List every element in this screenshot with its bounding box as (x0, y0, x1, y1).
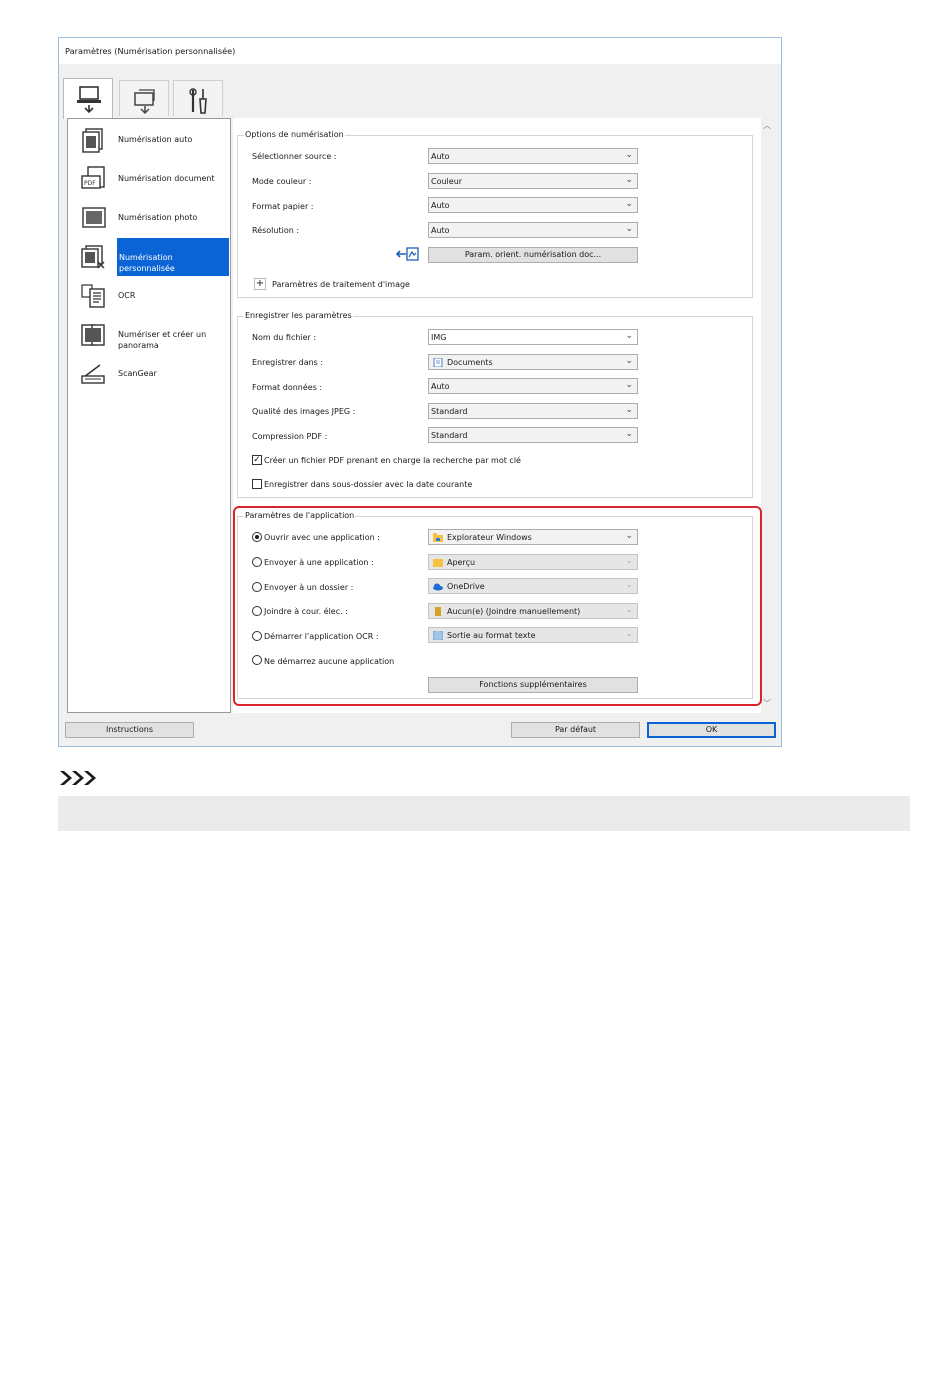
group-title: Options de numérisation (244, 130, 345, 139)
instructions-button[interactable]: Instructions (65, 722, 194, 738)
chevron-down-icon: ⌄ (625, 429, 633, 439)
vertical-scrollbar[interactable]: ︿ ﹀ (761, 118, 773, 713)
expand-icon[interactable]: + (254, 278, 266, 290)
color-mode-select[interactable]: Couleur ⌄ (428, 173, 638, 189)
sidebar-item-scangear[interactable]: ScanGear (68, 355, 230, 393)
group-title: Enregistrer les paramètres (244, 311, 353, 320)
note-icon (60, 771, 96, 785)
note-box (58, 796, 910, 831)
window-title: Paramètres (Numérisation personnalisée) (65, 46, 236, 56)
document-scan-icon: PDF (81, 166, 105, 189)
image-processing-label[interactable]: Paramètres de traitement d'image (272, 280, 410, 289)
data-format-label: Format données : (252, 383, 323, 392)
ocr-icon (81, 284, 105, 308)
custom-scan-icon (81, 245, 105, 269)
scan-options-group: Options de numérisation Sélectionner sou… (237, 130, 753, 298)
panorama-icon (81, 324, 105, 346)
color-mode-label: Mode couleur : (252, 177, 312, 186)
save-in-select[interactable]: Documents ⌄ (428, 354, 638, 370)
source-select[interactable]: Auto ⌄ (428, 148, 638, 164)
chevron-down-icon: ⌄ (625, 224, 633, 234)
document-orientation-icon (396, 247, 419, 261)
paper-size-select[interactable]: Auto ⌄ (428, 197, 638, 213)
sidebar-item-photo-scan[interactable]: Numérisation photo (68, 199, 230, 237)
documents-folder-icon (433, 358, 443, 367)
sidebar-item-label: Numérisation auto (118, 135, 193, 144)
photo-scan-icon (82, 207, 106, 228)
sidebar-item-label: Numériser et créer un panorama (118, 330, 207, 350)
scanner-to-pc-icon (134, 89, 155, 115)
sidebar-item-label: Numérisation photo (118, 213, 198, 222)
jpeg-quality-label: Qualité des images JPEG : (252, 407, 356, 416)
title-bar: Paramètres (Numérisation personnalisée) (59, 38, 781, 64)
scroll-up-icon[interactable]: ︿ (763, 120, 771, 131)
chevron-down-icon: ⌄ (625, 175, 633, 185)
paper-size-label: Format papier : (252, 202, 314, 211)
defaults-button[interactable]: Par défaut (511, 722, 640, 738)
sidebar-item-panorama[interactable]: Numériser et créer un panorama (68, 316, 230, 354)
scroll-down-icon[interactable]: ﹀ (763, 698, 771, 709)
highlight-frame (233, 506, 762, 706)
chevron-down-icon: ⌄ (625, 356, 633, 366)
chevron-down-icon: ⌄ (625, 199, 633, 209)
sidebar-item-custom-scan[interactable]: Numérisation personnalisée (68, 238, 230, 276)
save-settings-group: Enregistrer les paramètres Nom du fichie… (237, 311, 753, 498)
filename-label: Nom du fichier : (252, 333, 317, 342)
sidebar-item-label: ScanGear (118, 369, 157, 378)
ok-button[interactable]: OK (647, 722, 776, 738)
pdf-compression-label: Compression PDF : (252, 432, 328, 441)
tab-general-settings[interactable] (173, 80, 223, 116)
auto-scan-icon (82, 128, 103, 153)
pdf-compression-select[interactable]: Standard ⌄ (428, 427, 638, 443)
chevron-down-icon: ⌄ (625, 150, 633, 160)
sidebar-item-label: Numérisation personnalisée (117, 238, 229, 276)
sidebar-item-auto-scan[interactable]: Numérisation auto (68, 121, 230, 159)
svg-text:PDF: PDF (84, 180, 96, 187)
sidebar-item-ocr[interactable]: OCR (68, 277, 230, 315)
scangear-icon (81, 364, 105, 384)
tab-scan-from-panel[interactable] (119, 80, 169, 116)
sidebar-item-document-scan[interactable]: PDF Numérisation document (68, 160, 230, 198)
resolution-label: Résolution : (252, 226, 300, 235)
sidebar-item-label: OCR (118, 291, 136, 300)
chevron-down-icon: ⌄ (625, 331, 633, 341)
tab-scan-from-computer[interactable] (63, 78, 113, 119)
tools-icon (189, 88, 207, 114)
data-format-select[interactable]: Auto ⌄ (428, 378, 638, 394)
chevron-down-icon: ⌄ (625, 380, 633, 390)
chevron-down-icon: ⌄ (625, 405, 633, 415)
searchable-pdf-label: Créer un fichier PDF prenant en charge l… (264, 456, 521, 465)
subfolder-date-label: Enregistrer dans sous-dossier avec la da… (264, 480, 473, 489)
save-in-label: Enregistrer dans : (252, 358, 324, 367)
subfolder-date-checkbox[interactable] (252, 479, 262, 489)
resolution-select[interactable]: Auto ⌄ (428, 222, 638, 238)
jpeg-quality-select[interactable]: Standard ⌄ (428, 403, 638, 419)
orientation-settings-button[interactable]: Param. orient. numérisation doc... (428, 247, 638, 263)
computer-scan-icon (77, 86, 101, 113)
filename-input[interactable]: IMG ⌄ (428, 329, 638, 345)
source-label: Sélectionner source : (252, 152, 337, 161)
searchable-pdf-checkbox[interactable]: ✓ (252, 455, 262, 465)
scan-type-list: Numérisation auto PDF Numérisation docum… (67, 118, 231, 713)
sidebar-item-label: Numérisation document (118, 174, 215, 183)
